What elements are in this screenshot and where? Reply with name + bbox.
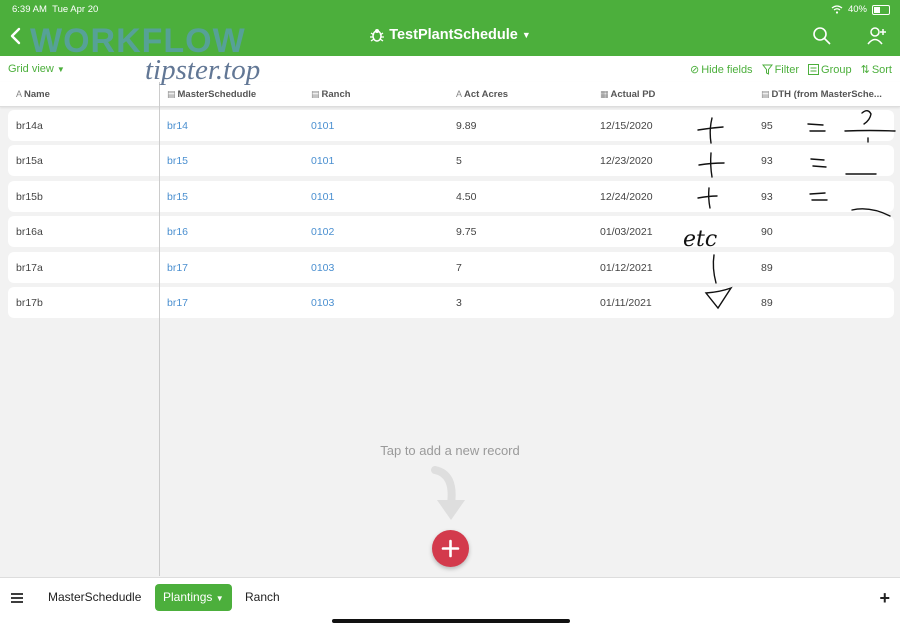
cell-dth[interactable]: 93 <box>761 191 773 203</box>
table-row[interactable]: br17b br17 0103 3 01/11/2021 89 <box>8 287 894 318</box>
chevron-down-icon: ▼ <box>521 30 531 41</box>
sort-button[interactable]: ⇅ Sort <box>860 63 892 77</box>
bug-icon <box>370 29 385 42</box>
wifi-icon <box>831 5 843 14</box>
cell-dth[interactable]: 95 <box>761 120 773 132</box>
page-title: TestPlantSchedule <box>389 27 518 44</box>
lookup-field-icon: A <box>456 89 463 99</box>
cell-master[interactable]: br15 <box>167 155 188 167</box>
cell-ranch[interactable]: 0101 <box>311 120 334 132</box>
cell-acres[interactable]: 4.50 <box>456 191 476 203</box>
cell-ranch[interactable]: 0101 <box>311 191 334 203</box>
table-row[interactable]: br15a br15 0101 5 12/23/2020 93 <box>8 145 894 176</box>
home-indicator <box>332 619 570 623</box>
add-record-hint: Tap to add a new record <box>380 443 520 458</box>
cell-dth[interactable]: 89 <box>761 262 773 274</box>
caret-down-icon: ▼ <box>215 594 224 603</box>
column-header[interactable]: A Name <box>16 89 50 100</box>
cell-master[interactable]: br16 <box>167 226 188 238</box>
hide-fields-button[interactable]: ⊘ Hide fields <box>689 63 753 77</box>
cell-acres[interactable]: 9.89 <box>456 120 476 132</box>
status-right: 40% <box>831 4 890 15</box>
cell-master[interactable]: br15 <box>167 191 188 203</box>
cell-ranch[interactable]: 0103 <box>311 297 334 309</box>
lookup-field-icon: ▤ <box>761 89 770 99</box>
link-field-icon: ▤ <box>167 89 176 99</box>
cell-master[interactable]: br17 <box>167 297 188 309</box>
watermark-line-2: tipster.top <box>145 54 261 86</box>
group-icon <box>808 64 820 75</box>
column-header[interactable]: A Act Acres <box>456 89 508 100</box>
cell-name[interactable]: br17b <box>16 297 43 309</box>
status-bar: 6:39 AM Tue Apr 20 40% <box>0 0 900 18</box>
column-header[interactable]: ▦ Actual PD <box>600 89 655 100</box>
plus-icon <box>441 539 460 558</box>
status-time: 6:39 AM Tue Apr 20 <box>12 4 99 15</box>
eye-slash-icon: ⊘ <box>689 64 700 76</box>
cell-name[interactable]: br15b <box>16 191 43 203</box>
cell-ranch[interactable]: 0102 <box>311 226 334 238</box>
table-row[interactable]: br16a br16 0102 9.75 01/03/2021 90 <box>8 216 894 247</box>
cell-master[interactable]: br17 <box>167 262 188 274</box>
text-field-icon: A <box>16 89 23 99</box>
users-icon[interactable] <box>866 26 888 46</box>
battery-icon <box>872 4 890 15</box>
cell-dth[interactable]: 90 <box>761 226 773 238</box>
cell-actual-pd[interactable]: 12/24/2020 <box>600 191 653 203</box>
link-field-icon: ▤ <box>311 89 320 99</box>
column-header[interactable]: ▤ DTH (from MasterSche... <box>761 89 882 100</box>
cell-name[interactable]: br14a <box>16 120 43 132</box>
calendar-icon: ▦ <box>600 89 609 99</box>
cell-dth[interactable]: 89 <box>761 297 773 309</box>
tab-ranch[interactable]: Ranch <box>237 584 288 611</box>
cell-actual-pd[interactable]: 12/23/2020 <box>600 155 653 167</box>
cell-ranch[interactable]: 0101 <box>311 155 334 167</box>
column-header[interactable]: ▤ Ranch <box>311 89 351 100</box>
cell-master[interactable]: br14 <box>167 120 188 132</box>
battery-percent: 40% <box>847 4 867 15</box>
frozen-column-divider <box>159 82 160 576</box>
cell-name[interactable]: br16a <box>16 226 43 238</box>
curved-arrow-icon <box>431 466 465 520</box>
add-table-button[interactable]: + <box>879 588 890 609</box>
watermark: WORKFLOW tipster.top <box>30 22 280 88</box>
filter-button[interactable]: Filter <box>761 63 799 76</box>
toolbar-actions: ⊘ Hide fields Filter Group ⇅ Sort <box>689 63 892 77</box>
table-row[interactable]: br14a br14 0101 9.89 12/15/2020 95 <box>8 110 894 141</box>
cell-acres[interactable]: 3 <box>456 297 462 309</box>
cell-name[interactable]: br17a <box>16 262 43 274</box>
table-row[interactable]: br15b br15 0101 4.50 12/24/2020 93 <box>8 181 894 212</box>
column-header[interactable]: ▤ MasterSchedudle <box>167 89 256 100</box>
search-icon[interactable] <box>812 26 832 46</box>
cell-name[interactable]: br15a <box>16 155 43 167</box>
tab-masterschedudle[interactable]: MasterSchedudle <box>40 584 149 611</box>
add-record-button[interactable] <box>432 530 469 567</box>
cell-actual-pd[interactable]: 01/03/2021 <box>600 226 653 238</box>
cell-ranch[interactable]: 0103 <box>311 262 334 274</box>
table-row[interactable]: br17a br17 0103 7 01/12/2021 89 <box>8 252 894 283</box>
cell-actual-pd[interactable]: 12/15/2020 <box>600 120 653 132</box>
cell-acres[interactable]: 5 <box>456 155 462 167</box>
cell-actual-pd[interactable]: 01/11/2021 <box>600 297 652 309</box>
cell-acres[interactable]: 7 <box>456 262 462 274</box>
cell-actual-pd[interactable]: 01/12/2021 <box>600 262 653 274</box>
funnel-icon <box>761 64 773 75</box>
sort-icon: ⇅ <box>860 64 870 76</box>
cell-acres[interactable]: 9.75 <box>456 226 476 238</box>
tab-plantings[interactable]: Plantings ▼ <box>155 584 232 611</box>
group-button[interactable]: Group <box>808 63 852 76</box>
menu-icon[interactable] <box>10 591 24 605</box>
cell-dth[interactable]: 93 <box>761 155 773 167</box>
